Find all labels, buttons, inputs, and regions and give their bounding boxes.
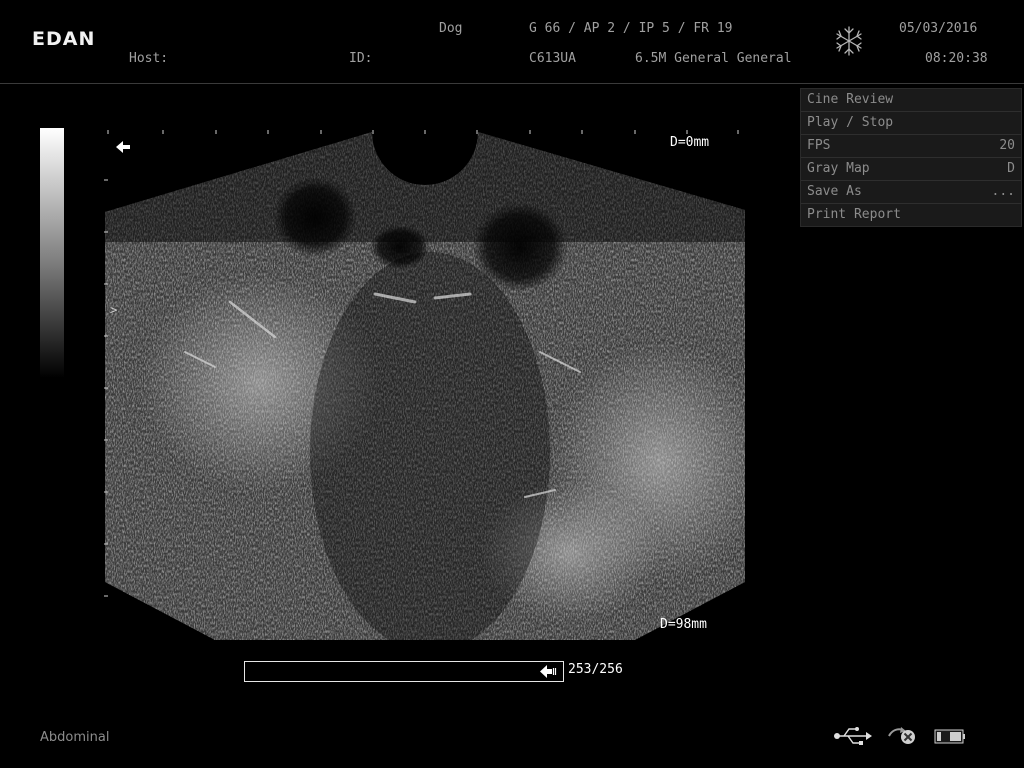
depth-top: D=0mm bbox=[670, 135, 710, 150]
cine-menu: Cine Review Play / Stop FPS 20 Gray Map … bbox=[800, 88, 1022, 227]
fps-value: 20 bbox=[999, 138, 1015, 153]
cine-progress-fill bbox=[245, 662, 559, 681]
ultrasound-screen: EDAN Dog G 66 / AP 2 / IP 5 / FR 19 05/0… bbox=[0, 0, 1024, 768]
probe-label: C613UA bbox=[529, 51, 576, 66]
species-label: Dog bbox=[439, 21, 463, 36]
cine-position-marker[interactable] bbox=[539, 663, 557, 680]
exam-type-label: Abdominal bbox=[40, 730, 110, 745]
brand-logo: EDAN bbox=[32, 28, 96, 50]
menu-item-save-as[interactable]: Save As ... bbox=[801, 181, 1021, 204]
grayscale-bar bbox=[40, 128, 64, 378]
usb-icon bbox=[834, 727, 872, 745]
menu-item-gray-map[interactable]: Gray Map D bbox=[801, 158, 1021, 181]
left-arrow-icon bbox=[116, 141, 130, 153]
id-label: ID: bbox=[349, 51, 373, 66]
ultrasound-sector bbox=[105, 132, 745, 640]
cine-frame-count: 253/256 bbox=[568, 662, 623, 677]
host-label: Host: bbox=[129, 51, 169, 66]
network-disconnected-icon bbox=[888, 727, 915, 744]
gray-map-value: D bbox=[1007, 161, 1015, 176]
time-label: 08:20:38 bbox=[925, 51, 988, 66]
battery-icon bbox=[934, 729, 965, 744]
depth-bottom: D=98mm bbox=[660, 617, 707, 632]
ultrasound-image bbox=[104, 130, 745, 640]
header-divider bbox=[0, 83, 1024, 84]
menu-item-play-stop[interactable]: Play / Stop bbox=[801, 112, 1021, 135]
imaging-params: G 66 / AP 2 / IP 5 / FR 19 bbox=[529, 21, 733, 36]
cine-progress-bar[interactable] bbox=[244, 661, 564, 682]
menu-item-print-report[interactable]: Print Report bbox=[801, 204, 1021, 226]
focus-marker: > bbox=[110, 303, 118, 317]
menu-item-cine-review[interactable]: Cine Review bbox=[801, 89, 1021, 112]
preset-label: 6.5M General General bbox=[635, 51, 792, 66]
menu-item-fps[interactable]: FPS 20 bbox=[801, 135, 1021, 158]
snowflake-icon bbox=[836, 26, 862, 56]
date-label: 05/03/2016 bbox=[899, 21, 978, 36]
